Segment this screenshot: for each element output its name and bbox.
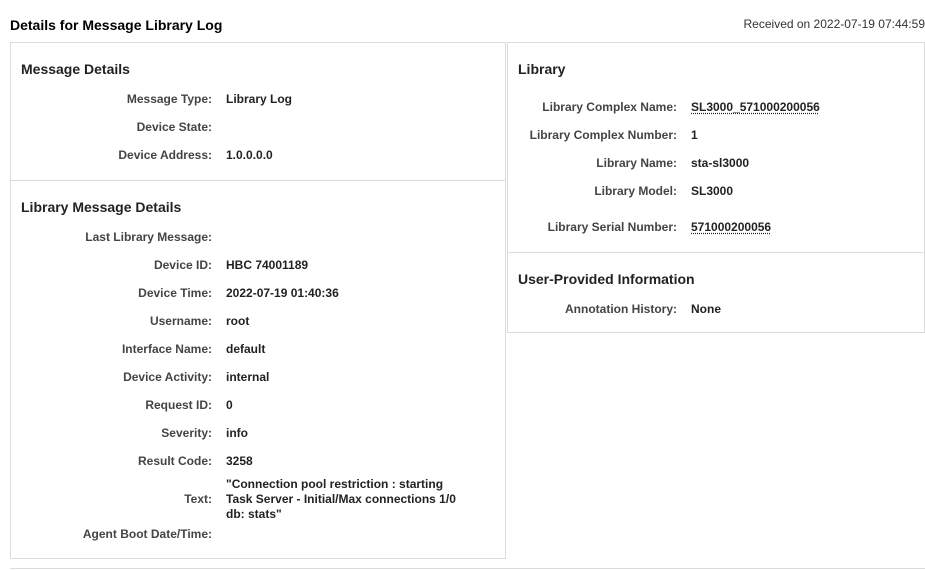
field-value: 3258 [226,454,253,468]
library-serial-number-link[interactable]: 571000200056 [691,220,771,234]
field-value: Library Log [226,92,293,106]
section-title-user-info: User-Provided Information [518,271,695,287]
field-label: Library Serial Number: [547,220,677,234]
field-label: Annotation History: [565,302,677,316]
user-info-panel: User-Provided Information Annotation His… [507,252,925,333]
field-label: Device Activity: [123,370,212,384]
field-label: Text: [184,492,212,506]
section-title-library-message-details: Library Message Details [21,199,182,215]
section-title-message-details: Message Details [21,61,130,77]
field-value: 2022-07-19 01:40:36 [226,286,339,300]
library-complex-name-link[interactable]: SL3000_571000200056 [691,100,820,114]
field-value: internal [226,370,270,384]
library-message-details-panel: Library Message Details Last Library Mes… [10,180,506,559]
field-label: Device Time: [138,286,212,300]
field-label: Library Name: [596,156,677,170]
field-label: Severity: [161,426,212,440]
field-value: 0 [226,398,233,412]
field-label: Library Model: [594,184,677,198]
field-label: Device State: [136,120,212,134]
field-label: Result Code: [137,454,212,468]
message-details-panel: Message Details Message Type: Library Lo… [10,42,506,181]
field-label: Device Address: [118,148,212,162]
field-value: HBC 74001189 [226,258,309,272]
field-label: Library Complex Number: [529,128,677,142]
page-header: Details for Message Library Log Received… [0,0,925,42]
field-value: None [691,302,721,316]
field-value-text: "Connection pool restriction : starting … [226,477,456,521]
field-label: Last Library Message: [85,230,212,244]
field-value: SL3000 [691,184,734,198]
field-label: Library Complex Name: [542,100,677,114]
field-value: default [226,342,266,356]
field-label: Interface Name: [121,342,212,356]
bottom-divider [10,568,925,569]
field-label: Agent Boot Date/Time: [82,527,212,541]
field-label: Device ID: [153,258,212,272]
field-value: info [226,426,248,440]
section-title-library: Library [518,61,566,77]
received-timestamp: Received on 2022-07-19 07:44:59 [743,17,925,31]
field-value: 1 [691,128,698,142]
field-label: Request ID: [145,398,212,412]
field-value: sta-sl3000 [691,156,750,170]
field-value: root [226,314,250,328]
field-label: Username: [149,314,212,328]
field-value: 1.0.0.0.0 [226,148,273,162]
page-title: Details for Message Library Log [10,17,223,33]
field-label: Message Type: [126,92,212,106]
library-panel: Library Library Complex Name: SL3000_571… [507,42,925,253]
